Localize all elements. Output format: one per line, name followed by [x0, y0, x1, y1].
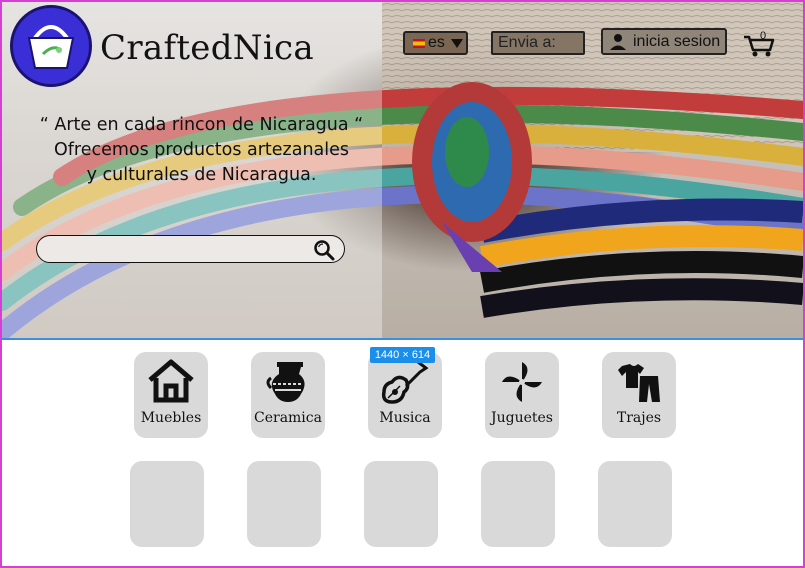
- ship-to-field[interactable]: Envia a:: [491, 31, 585, 55]
- guitar-icon: [381, 360, 429, 404]
- category-label: Musica: [379, 410, 431, 426]
- cart-count: 0: [760, 30, 766, 42]
- caret-down-icon: [450, 38, 463, 48]
- hero-tagline: “ Arte en cada rincon de Nicaragua “ Ofr…: [24, 113, 379, 188]
- user-icon: [610, 33, 626, 50]
- product-placeholder[interactable]: [598, 461, 672, 547]
- basket-logo-icon: [27, 25, 75, 69]
- category-label: Juguetes: [491, 410, 553, 426]
- product-placeholder[interactable]: [481, 461, 555, 547]
- tagline-line-1: “ Arte en cada rincon de Nicaragua “: [39, 115, 364, 135]
- search-input[interactable]: [36, 235, 345, 263]
- language-code: es: [428, 34, 445, 51]
- cart-icon[interactable]: 0: [743, 28, 775, 58]
- category-label: Ceramica: [254, 410, 322, 426]
- search-icon[interactable]: [313, 239, 335, 261]
- logo[interactable]: [10, 5, 92, 87]
- product-placeholder[interactable]: [247, 461, 321, 547]
- tagline-line-2: Ofrecemos productos artezanales: [53, 140, 350, 160]
- category-label: Muebles: [140, 410, 202, 426]
- house-icon: [148, 359, 194, 403]
- hero-divider: [2, 338, 803, 340]
- brand-name[interactable]: CraftedNica: [100, 28, 314, 68]
- category-juguetes[interactable]: Juguetes: [485, 352, 559, 438]
- pottery-icon: [266, 362, 305, 402]
- category-muebles[interactable]: Muebles: [134, 352, 208, 438]
- category-ceramica[interactable]: Ceramica: [251, 352, 325, 438]
- category-musica[interactable]: Musica: [368, 352, 442, 438]
- category-label: Trajes: [616, 410, 662, 426]
- selection-size-badge: 1440 × 614: [370, 347, 435, 363]
- product-placeholder[interactable]: [130, 461, 204, 547]
- tagline-line-3: y culturales de Nicaragua.: [86, 165, 317, 185]
- category-trajes[interactable]: Trajes: [602, 352, 676, 438]
- spain-flag-icon: [413, 38, 425, 48]
- clothes-icon: [618, 364, 660, 402]
- pinwheel-icon: [502, 362, 542, 402]
- language-select[interactable]: es: [403, 31, 468, 55]
- product-placeholder[interactable]: [364, 461, 438, 547]
- login-label: inicia sesion: [633, 32, 721, 50]
- login-button[interactable]: inicia sesion: [601, 28, 727, 55]
